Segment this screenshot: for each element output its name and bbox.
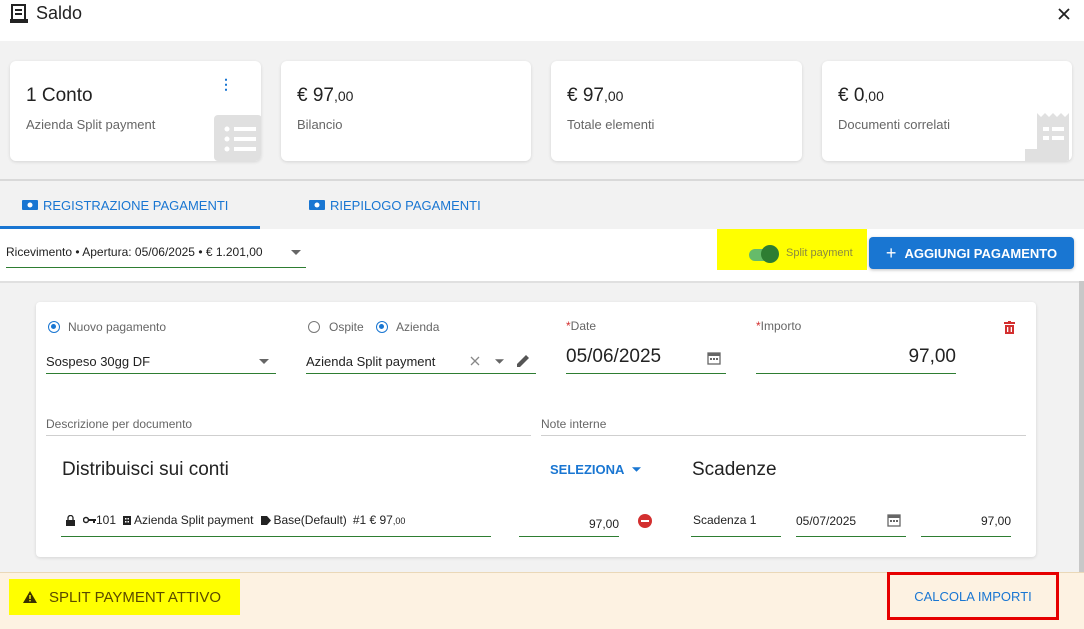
key-icon <box>83 516 96 524</box>
tab-label: RIEPILOGO PAGAMENTI <box>330 197 481 213</box>
cash-icon <box>309 200 325 210</box>
tag-icon <box>261 515 272 525</box>
total-items-value: € 97,00 <box>567 85 624 106</box>
receipt-icon <box>1025 111 1072 161</box>
deadline-amount-input[interactable]: 97,00 <box>921 514 1011 528</box>
scrollbar[interactable] <box>1079 281 1084 572</box>
accounts-company: Azienda Split payment <box>26 117 156 132</box>
deadline-name-underline <box>691 536 781 537</box>
balance-card: € 97,00 Bilancio <box>281 61 531 161</box>
balance-value: € 97,00 <box>297 85 354 106</box>
radio-new-payment[interactable] <box>48 321 60 333</box>
related-docs-card: € 0,00 Documenti correlati <box>822 61 1072 161</box>
receipt-select-value: Ricevimento • Apertura: 05/06/2025 • € 1… <box>6 245 263 259</box>
calc-amounts-button[interactable]: CALCOLA IMPORTI <box>890 575 1056 617</box>
document-icon <box>10 4 28 24</box>
account-amount-underline <box>519 536 619 537</box>
remove-account-icon[interactable] <box>638 514 652 528</box>
company-underline <box>306 373 536 374</box>
select-accounts-button[interactable]: SELEZIONA <box>550 462 642 477</box>
company-select[interactable]: Azienda Split payment <box>306 354 435 369</box>
warning-icon <box>23 591 37 603</box>
distribution-title: Distribuisci sui conti <box>62 459 229 480</box>
dialog-header <box>0 0 1084 41</box>
internal-notes-field[interactable]: Note interne <box>541 417 606 431</box>
account-rate: Base(Default) <box>273 513 347 527</box>
dropdown-arrow-icon <box>632 467 642 472</box>
list-icon <box>214 115 261 161</box>
close-icon[interactable] <box>1054 4 1074 24</box>
more-vert-icon[interactable]: ⋮ <box>219 77 233 91</box>
radio-guest[interactable] <box>308 321 320 333</box>
company-label: Azienda <box>396 320 440 334</box>
delete-icon[interactable] <box>1004 321 1015 334</box>
split-payment-label: Split payment <box>786 247 853 259</box>
amount-input[interactable]: 97,00 <box>756 346 956 368</box>
receipt-select[interactable]: Ricevimento • Apertura: 05/06/2025 • € 1… <box>6 245 306 268</box>
lock-icon <box>66 514 75 526</box>
amount-field-label: *Importo <box>756 319 802 333</box>
account-number: 101 <box>96 513 117 527</box>
tab-registrazione-pagamenti[interactable]: REGISTRAZIONE PAGAMENTI <box>22 181 228 229</box>
related-docs-value: € 0,00 <box>838 85 884 106</box>
plus-icon: + <box>885 243 897 263</box>
payments-toolbar: Ricevimento • Apertura: 05/06/2025 • € 1… <box>0 229 1084 281</box>
date-input[interactable]: 05/06/2025 <box>566 346 661 368</box>
internal-notes-underline <box>541 435 1026 436</box>
accounts-card[interactable]: 1 Conto Azienda Split payment ⋮ <box>10 61 261 161</box>
guest-label: Ospite <box>329 320 364 334</box>
account-amount-input[interactable]: 97,00 <box>519 517 619 531</box>
payment-type-underline <box>46 373 276 374</box>
new-payment-label: Nuovo pagamento <box>68 320 167 334</box>
toggle-knob[interactable] <box>761 245 779 263</box>
account-row-underline <box>61 536 491 537</box>
description-underline <box>46 435 531 436</box>
amount-underline <box>756 373 956 374</box>
building-icon <box>123 516 132 525</box>
total-items-label: Totale elementi <box>567 117 655 132</box>
dropdown-arrow-icon[interactable] <box>495 359 504 364</box>
related-docs-label: Documenti correlati <box>838 117 950 132</box>
date-field-label: *Date <box>566 319 597 333</box>
cash-icon <box>22 200 38 210</box>
deadline-date-input[interactable]: 05/07/2025 <box>796 514 856 528</box>
deadlines-title: Scadenze <box>692 459 777 480</box>
split-payment-active-badge: SPLIT PAYMENT ATTIVO <box>9 579 240 615</box>
radio-company[interactable] <box>376 321 388 333</box>
clear-icon[interactable] <box>470 356 480 366</box>
tab-label: REGISTRAZIONE PAGAMENTI <box>43 197 229 213</box>
calendar-icon[interactable] <box>707 351 721 365</box>
dialog-title: Saldo <box>36 3 83 23</box>
edit-icon[interactable] <box>516 354 530 368</box>
deadline-amount-underline <box>921 536 1011 537</box>
account-row: 101 Azienda Split payment Base(Default) … <box>66 513 405 527</box>
balance-label: Bilancio <box>297 117 343 132</box>
total-items-card: € 97,00 Totale elementi <box>551 61 802 161</box>
deadline-date-underline <box>796 536 906 537</box>
account-reference: #1 € 97,00 <box>352 513 406 527</box>
dropdown-arrow-icon <box>291 250 301 255</box>
date-underline <box>566 373 726 374</box>
accounts-count: 1 Conto <box>26 85 93 106</box>
deadline-name-input[interactable]: Scadenza 1 <box>693 513 756 527</box>
account-name: Azienda Split payment <box>134 513 254 527</box>
dropdown-arrow-icon[interactable] <box>259 359 269 364</box>
split-payment-toggle-highlight: Split payment <box>717 229 867 270</box>
payment-form-card: Nuovo pagamento Ospite Azienda *Date *Im… <box>36 302 1036 557</box>
tab-riepilogo-pagamenti[interactable]: RIEPILOGO PAGAMENTI <box>309 181 481 229</box>
payment-type-select[interactable]: Sospeso 30gg DF <box>46 354 150 369</box>
add-payment-button[interactable]: + AGGIUNGI PAGAMENTO <box>869 237 1074 269</box>
calendar-icon[interactable] <box>887 513 901 527</box>
description-field[interactable]: Descrizione per documento <box>46 417 192 431</box>
